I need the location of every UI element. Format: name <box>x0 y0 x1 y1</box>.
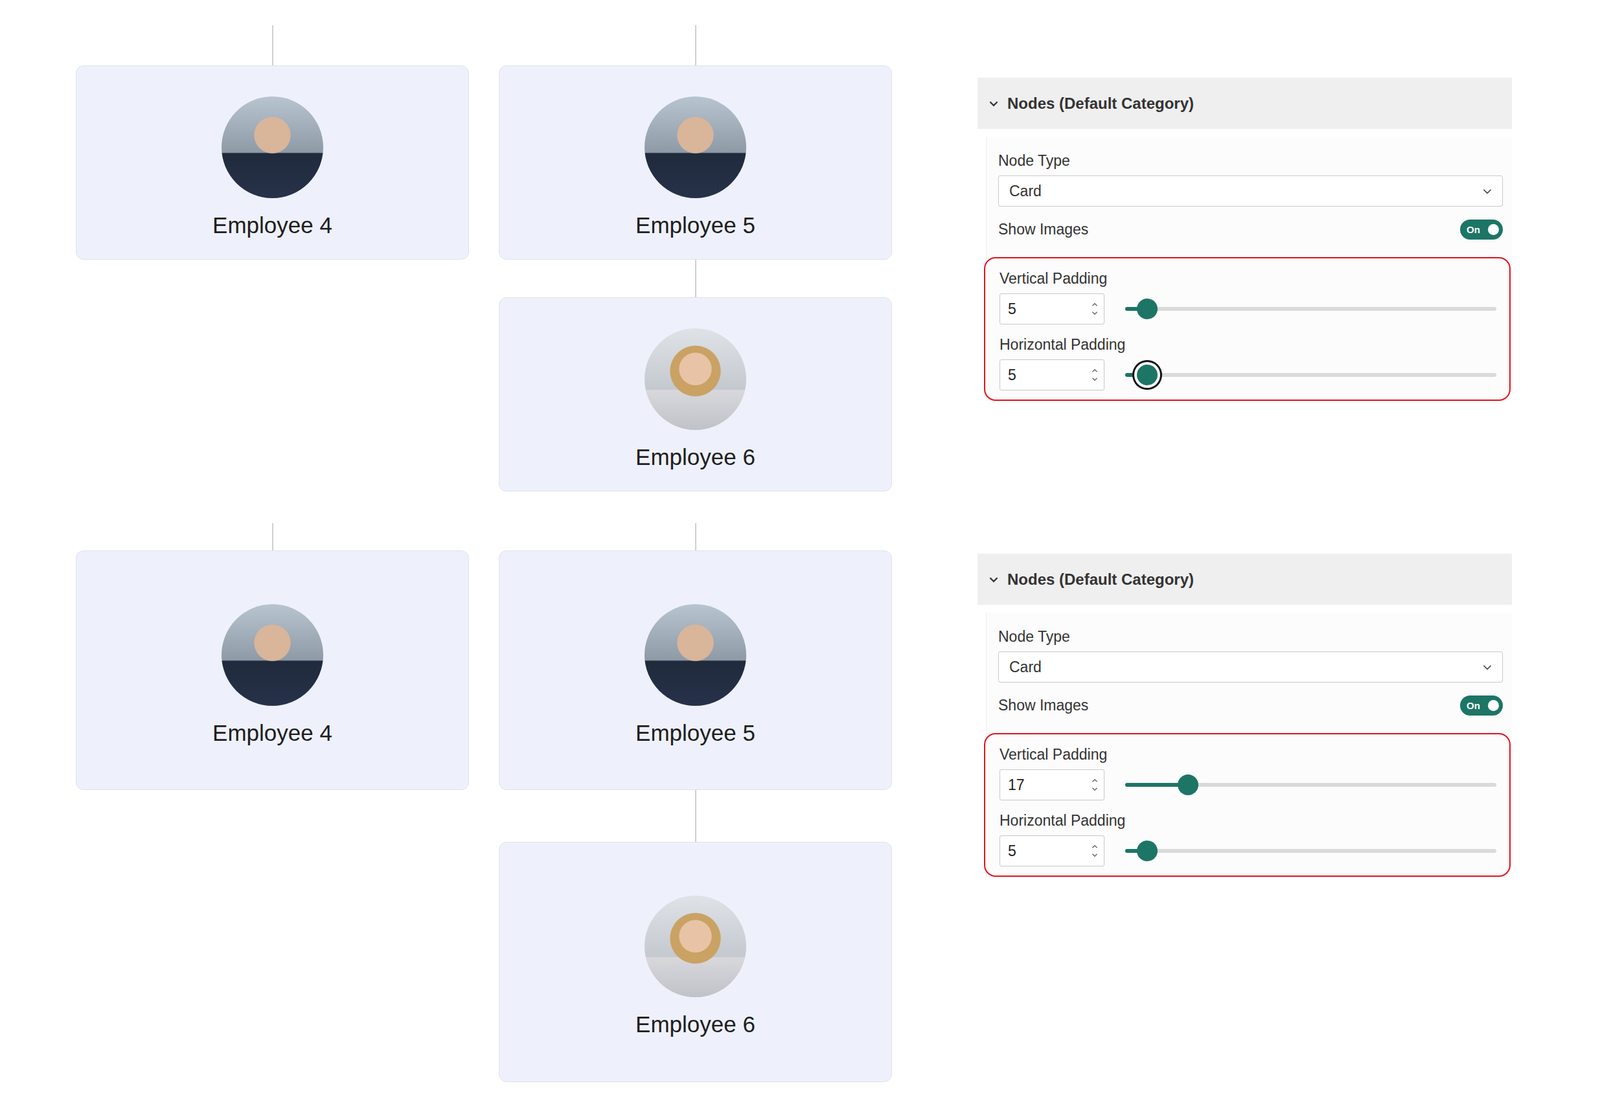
section-title: Nodes (Default Category) <box>1007 94 1194 113</box>
screenshot-scene: Employee 4 Employee 5 Employee 6 Nodes (Def… <box>0 25 1600 492</box>
employee-name: Employee 4 <box>212 719 333 748</box>
section-header[interactable]: Nodes (Default Category) <box>977 77 1512 129</box>
toggle-row: Show Images On <box>998 218 1503 241</box>
node-type-dropdown[interactable]: Card <box>998 651 1503 683</box>
org-chart: Employee 4 Employee 5 Employee 6 <box>0 523 892 1083</box>
slider-thumb[interactable] <box>1136 840 1158 862</box>
field-label: Horizontal Padding <box>999 334 1497 355</box>
chevron-down-icon[interactable] <box>987 573 1000 586</box>
highlight-box: Vertical Padding 17 Horizontal Padding 5 <box>983 733 1511 878</box>
toggle-row: Show Images On <box>998 694 1503 717</box>
employee-card[interactable]: Employee 6 <box>498 297 892 492</box>
format-panel: Nodes (Default Category) Node Type Card Sho… <box>977 553 1512 878</box>
employee-photo <box>644 895 747 998</box>
employee-card[interactable]: Employee 4 <box>75 65 469 260</box>
employee-name: Employee 5 <box>635 211 756 240</box>
connector-line <box>695 790 697 843</box>
node-type-dropdown[interactable]: Card <box>998 175 1503 207</box>
slider-setting: Horizontal Padding 5 <box>999 334 1497 391</box>
slider-track[interactable] <box>1125 849 1497 854</box>
slider-setting: Vertical Padding 17 <box>999 744 1497 801</box>
slider-track[interactable] <box>1125 307 1497 311</box>
slider-setting: Vertical Padding 5 <box>999 268 1497 325</box>
employee-name: Employee 6 <box>635 443 756 472</box>
spinner-arrows-icon[interactable] <box>1090 300 1099 318</box>
toggle-text: On <box>1466 700 1481 712</box>
number-input[interactable]: 17 <box>999 769 1105 801</box>
slider-row: 17 <box>999 769 1497 801</box>
show-images-toggle[interactable]: On <box>1460 695 1503 716</box>
toggle-dot <box>1487 224 1499 236</box>
slider-setting: Horizontal Padding 5 <box>999 811 1497 867</box>
slider-row: 5 <box>999 293 1497 325</box>
format-panel: Nodes (Default Category) Node Type Card Sho… <box>977 77 1512 401</box>
org-branch: Employee 4 <box>75 25 469 260</box>
number-input[interactable]: 5 <box>999 835 1105 867</box>
chevron-down-icon[interactable] <box>987 97 1000 110</box>
connector-line <box>695 25 697 66</box>
chevron-down-icon <box>1481 661 1494 674</box>
slider-track[interactable] <box>1125 373 1497 378</box>
connector-line <box>272 25 274 66</box>
org-branch: Employee 5 Employee 6 <box>498 25 892 492</box>
employee-photo <box>221 96 324 199</box>
show-images-toggle[interactable]: On <box>1460 219 1503 240</box>
section-body: Node Type Card Show Images On Vertical Paddi… <box>985 612 1512 878</box>
slider-thumb[interactable] <box>1136 364 1158 386</box>
number-input[interactable]: 5 <box>999 293 1105 325</box>
field-label: Horizontal Padding <box>999 811 1497 831</box>
highlight-box: Vertical Padding 5 Horizontal Padding 5 <box>983 257 1511 401</box>
field-label: Show Images <box>998 219 1089 240</box>
employee-card[interactable]: Employee 5 <box>498 65 892 260</box>
input-value: 5 <box>1007 842 1017 861</box>
org-chart: Employee 4 Employee 5 Employee 6 <box>0 25 892 492</box>
employee-name: Employee 5 <box>635 719 756 748</box>
input-value: 5 <box>1007 366 1017 385</box>
employee-card[interactable]: Employee 6 <box>498 842 892 1083</box>
field-label: Node Type <box>998 627 1503 647</box>
connector-line <box>695 523 697 551</box>
chevron-down-icon <box>1481 185 1494 197</box>
input-value: 5 <box>1007 300 1017 319</box>
employee-card[interactable]: Employee 4 <box>75 550 469 791</box>
input-value: 17 <box>1007 776 1025 795</box>
org-branch: Employee 5 Employee 6 <box>498 523 892 1083</box>
connector-line <box>695 259 697 298</box>
employee-photo <box>221 604 324 707</box>
slider-row: 5 <box>999 835 1497 867</box>
employee-card[interactable]: Employee 5 <box>498 550 892 791</box>
slider-thumb[interactable] <box>1177 774 1199 796</box>
spinner-arrows-icon[interactable] <box>1090 366 1099 384</box>
section-header[interactable]: Nodes (Default Category) <box>977 553 1512 606</box>
field-label: Vertical Padding <box>999 744 1497 765</box>
section-title: Nodes (Default Category) <box>1007 570 1194 589</box>
field-label: Node Type <box>998 150 1503 171</box>
toggle-dot <box>1487 700 1499 712</box>
page: Employee 4 Employee 5 Employee 6 Nodes (Def… <box>0 0 1600 1119</box>
screenshot-scene: Employee 4 Employee 5 Employee 6 Nodes (Def… <box>0 523 1600 1083</box>
field-label: Vertical Padding <box>999 268 1497 289</box>
slider-row: 5 <box>999 359 1497 391</box>
toggle-text: On <box>1466 224 1481 236</box>
slider-track[interactable] <box>1125 783 1497 788</box>
number-input[interactable]: 5 <box>999 359 1105 391</box>
slider-thumb[interactable] <box>1136 298 1158 320</box>
dropdown-value: Card <box>1009 182 1042 201</box>
spinner-arrows-icon[interactable] <box>1090 776 1099 794</box>
employee-photo <box>644 604 747 707</box>
employee-photo <box>644 328 747 431</box>
employee-name: Employee 4 <box>212 211 333 240</box>
employee-name: Employee 6 <box>635 1010 756 1040</box>
connector-line <box>272 523 274 551</box>
field-label: Show Images <box>998 695 1089 716</box>
spinner-arrows-icon[interactable] <box>1090 842 1099 860</box>
section-body: Node Type Card Show Images On Vertical Paddi… <box>985 136 1512 401</box>
org-branch: Employee 4 <box>75 523 469 791</box>
employee-photo <box>644 96 747 199</box>
dropdown-value: Card <box>1009 658 1042 677</box>
